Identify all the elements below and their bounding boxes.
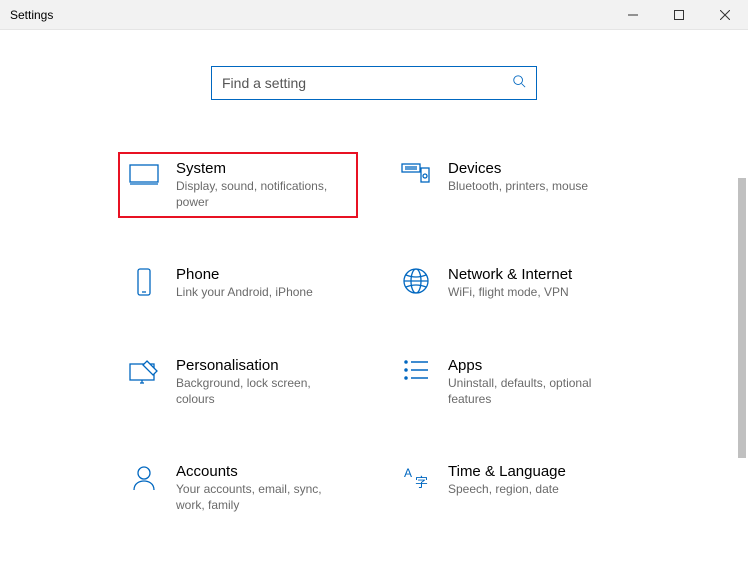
accounts-icon [126,463,162,491]
tile-title: Network & Internet [448,266,572,283]
settings-grid: System Display, sound, notifications, po… [118,152,630,521]
close-icon [720,10,730,20]
tile-title: Devices [448,160,588,177]
tile-text: System Display, sound, notifications, po… [176,160,346,210]
tile-accounts[interactable]: Accounts Your accounts, email, sync, wor… [118,455,358,521]
tile-desc: Speech, region, date [448,481,566,497]
tile-title: Phone [176,266,313,283]
tile-text: Time & Language Speech, region, date [448,463,566,497]
tile-desc: Your accounts, email, sync, work, family [176,481,346,513]
tile-devices[interactable]: Devices Bluetooth, printers, mouse [390,152,630,218]
tile-text: Apps Uninstall, defaults, optional featu… [448,357,618,407]
svg-text:字: 字 [415,475,428,490]
search-icon [512,74,526,93]
scrollbar-thumb[interactable] [738,178,746,458]
tile-title: Apps [448,357,618,374]
tile-desc: Link your Android, iPhone [176,284,313,300]
tile-desc: Display, sound, notifications, power [176,178,346,210]
settings-window: Settings [0,0,748,571]
title-bar: Settings [0,0,748,30]
window-body: System Display, sound, notifications, po… [0,30,748,571]
apps-icon [398,357,434,381]
tile-network[interactable]: Network & Internet WiFi, flight mode, VP… [390,258,630,308]
tile-text: Personalisation Background, lock screen,… [176,357,346,407]
tile-desc: Background, lock screen, colours [176,375,346,407]
search-input[interactable] [222,75,512,91]
tile-phone[interactable]: Phone Link your Android, iPhone [118,258,358,308]
tile-text: Accounts Your accounts, email, sync, wor… [176,463,346,513]
tile-title: Personalisation [176,357,346,374]
tile-text: Phone Link your Android, iPhone [176,266,313,300]
devices-icon [398,160,434,186]
tile-personalisation[interactable]: Personalisation Background, lock screen,… [118,349,358,415]
tile-desc: WiFi, flight mode, VPN [448,284,572,300]
tile-title: Time & Language [448,463,566,480]
tile-desc: Uninstall, defaults, optional features [448,375,618,407]
tile-text: Network & Internet WiFi, flight mode, VP… [448,266,572,300]
maximize-button[interactable] [656,0,702,29]
vertical-scrollbar[interactable] [733,60,747,571]
phone-icon [126,266,162,296]
close-button[interactable] [702,0,748,29]
tile-time-language[interactable]: A字 Time & Language Speech, region, date [390,455,630,521]
window-title: Settings [10,8,610,22]
tile-apps[interactable]: Apps Uninstall, defaults, optional featu… [390,349,630,415]
system-icon [126,160,162,186]
minimize-icon [628,10,638,20]
tile-title: System [176,160,346,177]
network-icon [398,266,434,294]
search-box[interactable] [211,66,537,100]
tile-system[interactable]: System Display, sound, notifications, po… [118,152,358,218]
time-language-icon: A字 [398,463,434,491]
window-controls [610,0,748,29]
tile-desc: Bluetooth, printers, mouse [448,178,588,194]
svg-text:A: A [404,466,412,480]
search-wrap [0,66,748,100]
tile-title: Accounts [176,463,346,480]
minimize-button[interactable] [610,0,656,29]
tile-text: Devices Bluetooth, printers, mouse [448,160,588,194]
maximize-icon [674,10,684,20]
personalisation-icon [126,357,162,385]
